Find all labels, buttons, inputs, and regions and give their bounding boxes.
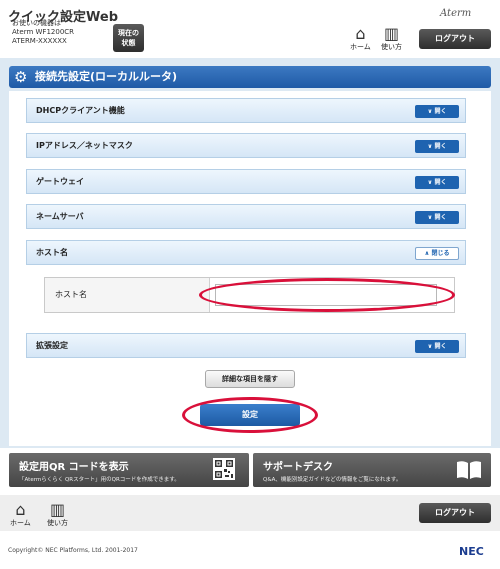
section-title: 接続先設定(ローカルルータ) [35, 70, 178, 83]
accordion-name-server[interactable]: ネームサーバ ∨ 開く [26, 204, 466, 229]
qr-card-subtitle: 「Atermらくらく QRスタート」用のQRコードを作成できます。 [19, 477, 180, 483]
accordion-label: 拡張設定 [36, 341, 68, 350]
host-name-label: ホスト名 [45, 278, 210, 312]
current-status-button[interactable]: 現在の 状態 [113, 24, 144, 52]
footer-home-nav[interactable]: ⌂ ホーム [10, 502, 31, 528]
support-card-title: サポートデスク [263, 462, 333, 473]
hide-details-button[interactable]: 詳細な項目を隠す [205, 370, 295, 388]
accordion-host-name[interactable]: ホスト名 ∧ 閉じる [26, 240, 466, 265]
expand-button[interactable]: ∨ 開く [415, 140, 459, 153]
status-button-line1: 現在の [118, 29, 139, 37]
support-desk-card[interactable]: サポートデスク Q&A、機能別設定ガイドなどの情報をご覧になれます。 [253, 453, 491, 487]
collapse-button[interactable]: ∧ 閉じる [415, 247, 459, 260]
help-label: 使い方 [381, 43, 402, 51]
expand-button[interactable]: ∨ 開く [415, 105, 459, 118]
status-button-line2: 状態 [121, 39, 136, 47]
copyright-text: Copyright© NEC Platforms, Ltd. 2001-2017 [8, 547, 138, 554]
accordion-gateway[interactable]: ゲートウェイ ∨ 開く [26, 169, 466, 194]
home-icon: ⌂ [355, 24, 366, 43]
footer-help-label: 使い方 [47, 519, 68, 527]
home-icon: ⌂ [15, 500, 26, 519]
footer-logout-button[interactable]: ログアウト [419, 503, 491, 523]
open-book-icon [457, 461, 481, 479]
help-nav[interactable]: ▥ 使い方 [381, 26, 402, 52]
header: クイック設定Web お使いの機器は Aterm WF1200CR ATERM-X… [0, 0, 500, 58]
expand-button[interactable]: ∨ 開く [415, 176, 459, 189]
footer-home-label: ホーム [10, 519, 31, 527]
book-icon: ▥ [49, 500, 66, 519]
accordion-label: ホスト名 [36, 248, 68, 257]
section-title-bar: ⚙ 接続先設定(ローカルルータ) [9, 66, 491, 88]
footer-nav-bar: ⌂ ホーム ▥ 使い方 ログアウト [0, 495, 500, 531]
accordion-dhcp-client[interactable]: DHCPクライアント機能 ∨ 開く [26, 98, 466, 123]
accordion-label: ゲートウェイ [36, 177, 84, 186]
expand-button[interactable]: ∨ 開く [415, 211, 459, 224]
device-id: ATERM-XXXXXX [12, 37, 67, 45]
qr-code-icon [213, 458, 235, 480]
qr-code-card[interactable]: 設定用QR コードを表示 「Atermらくらく QRスタート」用のQRコードを作… [9, 453, 249, 487]
accordion-ip-netmask[interactable]: IPアドレス／ネットマスク ∨ 開く [26, 133, 466, 158]
nec-logo: NEC [459, 545, 484, 558]
accordion-label: DHCPクライアント機能 [36, 106, 125, 115]
accordion-label: ネームサーバ [36, 212, 84, 221]
device-model: Aterm WF1200CR [12, 28, 75, 36]
gear-icon: ⚙ [14, 68, 28, 86]
host-name-row: ホスト名 [44, 277, 455, 313]
qr-card-title: 設定用QR コードを表示 [19, 462, 129, 473]
host-name-input[interactable] [215, 284, 437, 306]
logout-button[interactable]: ログアウト [419, 29, 491, 49]
device-caption: お使いの機器は [12, 19, 61, 27]
accordion-advanced[interactable]: 拡張設定 ∨ 開く [26, 333, 466, 358]
accordion-label: IPアドレス／ネットマスク [36, 141, 133, 150]
footer-help-nav[interactable]: ▥ 使い方 [47, 502, 68, 528]
submit-button[interactable]: 設定 [200, 404, 300, 426]
brand-logo: Aterm [440, 8, 472, 19]
home-label: ホーム [350, 43, 371, 51]
book-icon: ▥ [383, 24, 400, 43]
support-card-subtitle: Q&A、機能別設定ガイドなどの情報をご覧になれます。 [263, 477, 402, 483]
home-nav[interactable]: ⌂ ホーム [350, 26, 371, 52]
expand-button[interactable]: ∨ 開く [415, 340, 459, 353]
